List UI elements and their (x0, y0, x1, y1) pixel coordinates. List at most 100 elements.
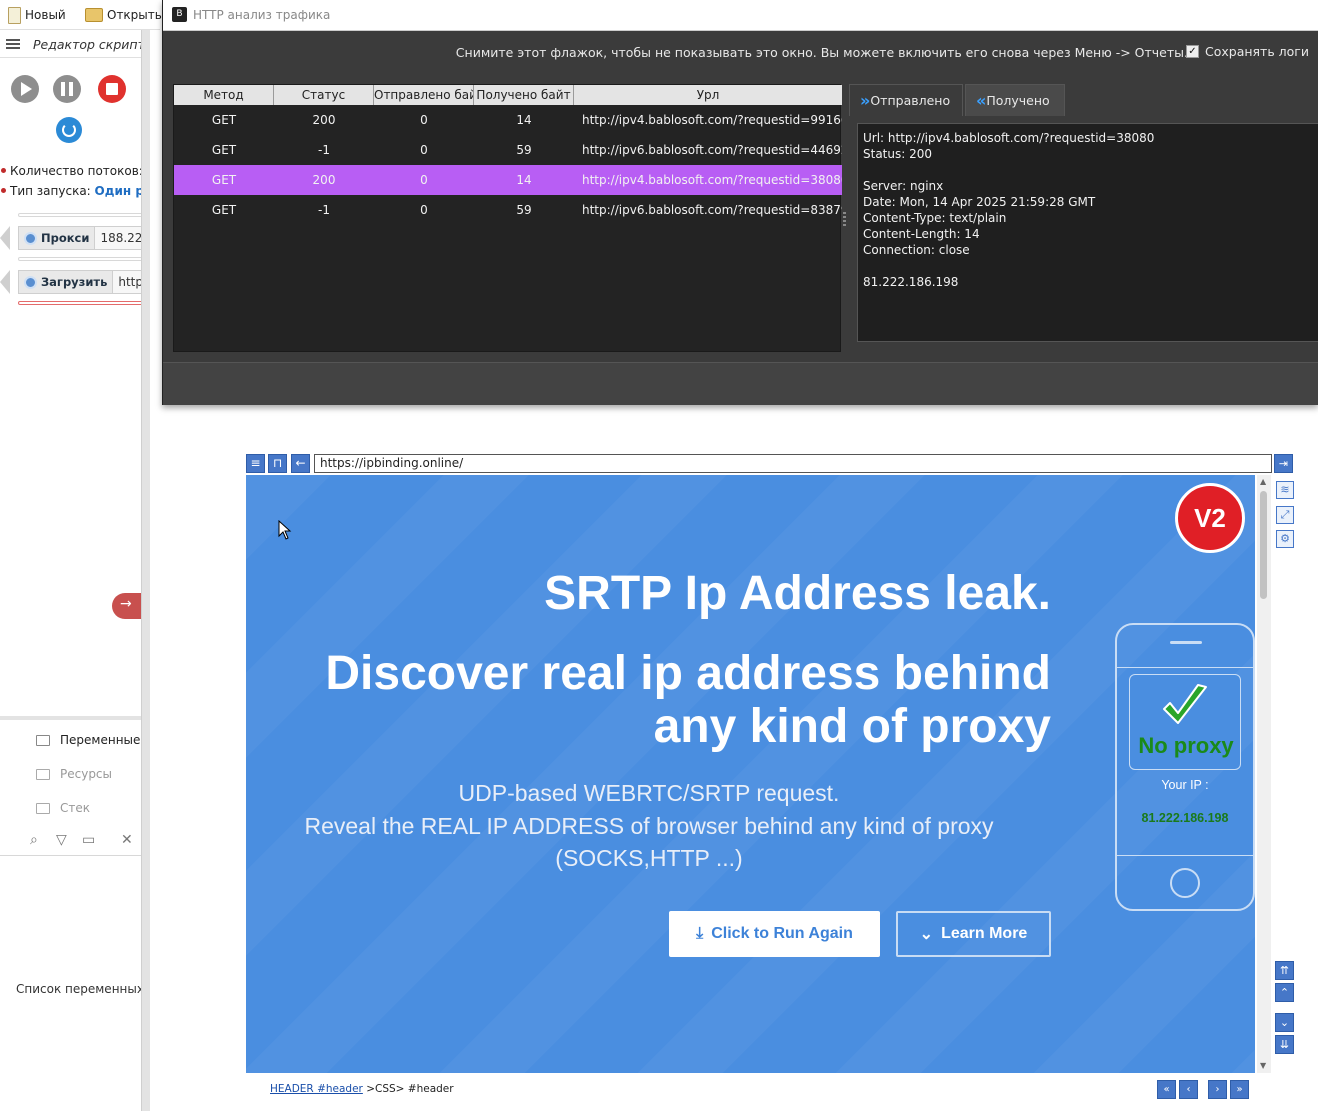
col-url[interactable]: Урл (574, 85, 842, 105)
tab-sent[interactable]: » Отправлено (849, 84, 963, 116)
response-tabs: » Отправлено «Получено (849, 84, 1318, 116)
hero-title: SRTP Ip Address leak. (544, 567, 1051, 620)
web-page[interactable]: V2 SRTP Ip Address leak. Discover real i… (246, 475, 1255, 1073)
cell-method: GET (211, 113, 237, 127)
node-icon (24, 275, 37, 289)
cell-sent: 0 (420, 203, 428, 217)
chevron-down-icon: ⌄ (919, 926, 934, 943)
pause-icon (61, 82, 73, 96)
save-logs-checkbox[interactable]: ✓ Сохранять логи (1185, 44, 1309, 59)
cell-url: http://ipv6.bablosoft.com/?requestid=446… (582, 143, 842, 157)
scroll-down-icon[interactable]: ▼ (1260, 1061, 1266, 1070)
filter-icon[interactable]: ▽ (56, 832, 67, 848)
scroll-up-icon[interactable]: ▲ (1260, 477, 1266, 486)
menu-button[interactable]: ≡ (246, 454, 265, 473)
scroll-down-button[interactable]: ⌄ (1275, 1013, 1294, 1032)
exit-icon[interactable] (112, 593, 144, 619)
fullscreen-icon[interactable]: ⤢ (1276, 506, 1294, 524)
run-again-button[interactable]: ⤓ Click to Run Again (669, 911, 880, 957)
next-element-button[interactable]: › (1208, 1080, 1227, 1099)
launch-label: Тип запуска: (10, 184, 91, 198)
launch-row[interactable]: Тип запуска: Один раз (0, 184, 150, 198)
cell-method: GET (211, 143, 237, 157)
double-chevron-left-icon: « (976, 91, 987, 110)
window-footer (163, 362, 1318, 405)
go-button[interactable]: ⇥ (1274, 454, 1293, 473)
node-proxy-button[interactable]: Прокси (19, 227, 96, 249)
scrollbar[interactable]: ▲ ▼ (1257, 475, 1271, 1073)
proxy-status: No proxy (1138, 733, 1234, 758)
cell-received: 14 (516, 113, 532, 127)
last-element-button[interactable]: » (1230, 1080, 1249, 1099)
play-button[interactable] (11, 75, 39, 103)
node-load[interactable]: Загрузить https: (18, 270, 144, 294)
node-proxy-value: 188.226 (100, 231, 143, 245)
tab-stack[interactable]: Стек (36, 801, 90, 815)
phone-home-button (1170, 868, 1200, 898)
col-received[interactable]: Получено байт (474, 85, 574, 105)
table-row[interactable]: GET 200 0 14 http://ipv4.bablosoft.com/?… (174, 105, 842, 135)
divider-active (18, 301, 143, 305)
col-sent[interactable]: Отправлено байт (374, 85, 474, 105)
open-button[interactable]: Открыть (85, 4, 162, 26)
folder-icon[interactable]: ▭ (82, 832, 95, 848)
response-view[interactable]: Url: http://ipv4.bablosoft.com/?requesti… (857, 123, 1318, 342)
col-status[interactable]: Статус (274, 85, 374, 105)
close-icon[interactable]: ✕ (121, 832, 133, 848)
hero-subtitle-line: any kind of proxy (653, 700, 1051, 753)
learn-more-button[interactable]: ⌄ Learn More (896, 911, 1051, 957)
splitter-handle[interactable] (843, 212, 846, 226)
phone-screen: No proxy (1129, 674, 1241, 770)
search-icon[interactable]: ⌕ (30, 832, 38, 848)
folder-open-icon (85, 8, 103, 22)
new-button[interactable]: Новый (8, 4, 66, 26)
editor-header: Редактор скрипта (0, 30, 150, 58)
description-line: (SOCKS,HTTP ...) (555, 845, 743, 871)
gear-icon[interactable]: ⚙ (1276, 530, 1294, 548)
table-row-selected[interactable]: GET 200 0 14 http://ipv4.bablosoft.com/?… (174, 165, 842, 195)
resources-icon (36, 768, 50, 780)
address-bar[interactable]: https://ipbinding.online/ (314, 454, 1272, 473)
tab-received[interactable]: «Получено (965, 84, 1065, 116)
scroll-thumb[interactable] (1260, 491, 1267, 599)
new-file-icon (8, 6, 21, 24)
pause-button[interactable] (53, 75, 81, 103)
hint-text: Снимите этот флажок, чтобы не показывать… (455, 45, 1188, 60)
table-row[interactable]: GET -1 0 59 http://ipv6.bablosoft.com/?r… (174, 195, 842, 225)
window-titlebar[interactable]: B HTTP анализ трафика (163, 0, 1318, 31)
tab-variables[interactable]: Переменные (36, 733, 140, 747)
breadcrumb-link[interactable]: HEADER #header (270, 1083, 363, 1095)
phone-widget: No proxy Your IP : 81.222.186.198 (1115, 623, 1255, 911)
cell-method: GET (211, 203, 237, 217)
cell-url: http://ipv4.bablosoft.com/?requestid=380… (582, 173, 842, 187)
cell-received: 59 (516, 143, 532, 157)
first-element-button[interactable]: « (1157, 1080, 1176, 1099)
breadcrumb-path: >CSS> #header (366, 1083, 454, 1095)
record-button[interactable]: ⊓ (268, 454, 287, 473)
scroll-bottom-button[interactable]: ⇊ (1275, 1035, 1294, 1054)
refresh-icon[interactable] (56, 117, 82, 143)
menu-icon[interactable] (6, 39, 20, 49)
node-proxy[interactable]: Прокси 188.226 (18, 226, 144, 250)
response-footer (849, 342, 1318, 352)
node-connector (0, 226, 10, 250)
node-load-button[interactable]: Загрузить (19, 271, 114, 293)
tab-resources[interactable]: Ресурсы (36, 767, 112, 781)
description-line: UDP-based WEBRTC/SRTP request. (458, 780, 840, 806)
scroll-up-button[interactable]: ⌃ (1275, 983, 1294, 1002)
node-connector (0, 270, 10, 294)
double-chevron-right-icon: » (860, 91, 871, 110)
variables-toolbar: ⌕ ▽ ▭ ✕ (0, 826, 143, 856)
prev-element-button[interactable]: ‹ (1179, 1080, 1198, 1099)
checkbox-check-icon[interactable]: ✓ (1185, 45, 1199, 58)
wifi-icon[interactable]: ≋ (1276, 481, 1294, 499)
divider (18, 257, 143, 261)
panel-splitter[interactable] (141, 0, 150, 1111)
stop-button[interactable] (98, 75, 126, 103)
save-logs-label: Сохранять логи (1204, 44, 1309, 59)
table-row[interactable]: GET -1 0 59 http://ipv6.bablosoft.com/?r… (174, 135, 842, 165)
col-method[interactable]: Метод (174, 85, 274, 105)
back-button[interactable]: ← (291, 454, 310, 473)
threads-row[interactable]: Количество потоков: 1 (0, 164, 150, 178)
scroll-top-button[interactable]: ⇈ (1275, 961, 1294, 980)
